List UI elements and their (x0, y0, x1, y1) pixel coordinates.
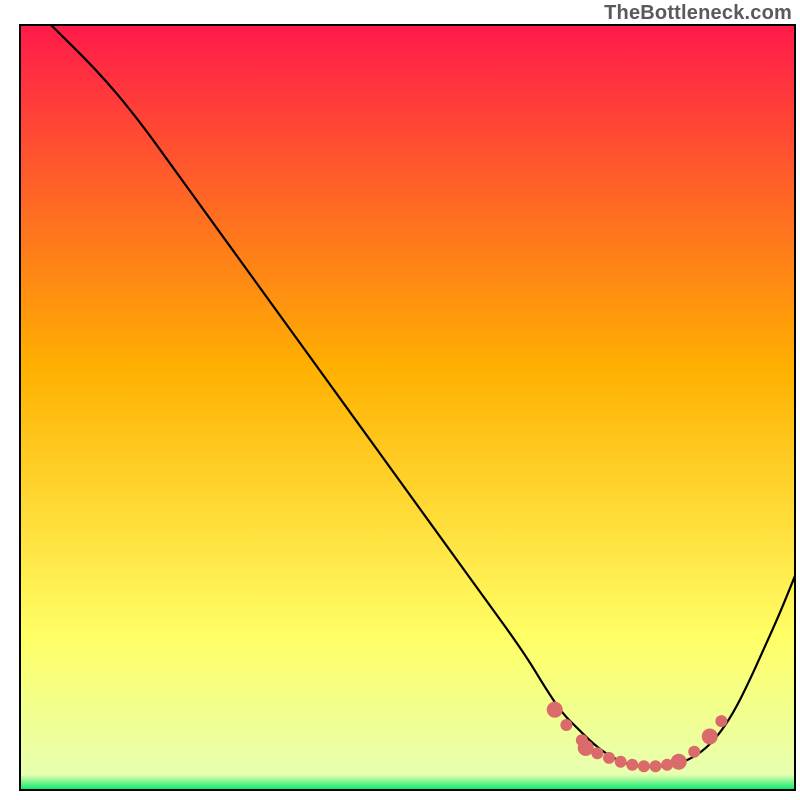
highlight-dot (715, 715, 727, 727)
highlight-dot (615, 756, 627, 768)
highlight-dot (547, 702, 563, 718)
highlight-dot (638, 760, 650, 772)
highlight-dot (702, 728, 718, 744)
chart-container: TheBottleneck.com (0, 0, 800, 800)
highlight-dot (591, 747, 603, 759)
plot-background (20, 25, 795, 790)
highlight-dot (603, 752, 615, 764)
bottleneck-chart (0, 0, 800, 800)
highlight-dot (560, 719, 572, 731)
watermark-text: TheBottleneck.com (604, 2, 792, 25)
highlight-dot (578, 740, 594, 756)
highlight-dot (626, 759, 638, 771)
highlight-dot (650, 760, 662, 772)
highlight-dot (688, 746, 700, 758)
highlight-dot (671, 754, 687, 770)
